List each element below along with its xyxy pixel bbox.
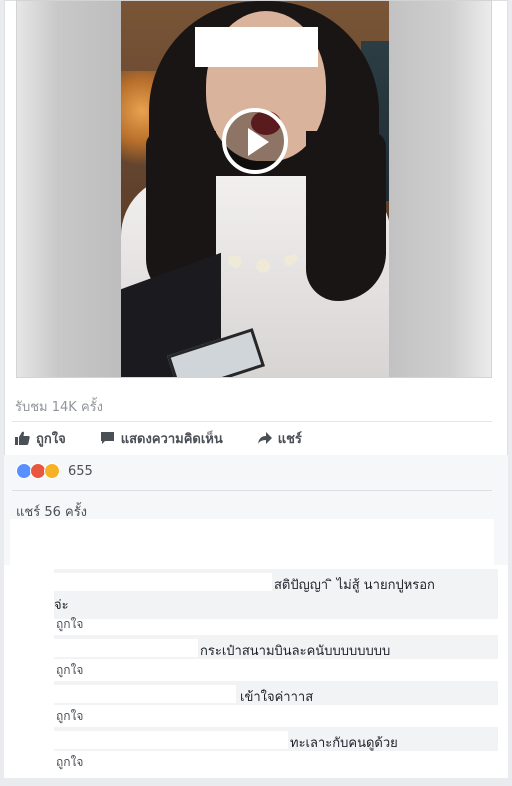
comment-like-link[interactable]: ถูกใจ — [56, 661, 83, 680]
thumbs-up-icon — [15, 431, 30, 445]
comment-text-continued: จ่ะ — [54, 598, 69, 613]
reaction-count[interactable]: 655 — [68, 464, 93, 479]
comment-text: ทะเลาะกับคนดูด้วย — [290, 736, 398, 751]
comment-like-link[interactable]: ถูกใจ — [56, 753, 83, 772]
comment-button[interactable]: แสดงความคิดเห็น — [100, 428, 223, 449]
comment-text: สติปัญญา ิ ไม่สู้ นายกปูหรอก — [274, 578, 435, 593]
redacted-name — [52, 731, 288, 749]
haha-reaction-icon — [44, 463, 60, 479]
view-count: รับชม 14K ครั้ง — [15, 400, 103, 415]
censor-bar — [195, 27, 318, 67]
like-button[interactable]: ถูกใจ — [15, 428, 66, 449]
play-button[interactable] — [222, 108, 288, 174]
redacted-name — [52, 573, 272, 591]
comment-text: เข้าใจค่าาาส — [240, 690, 314, 705]
comment-like-link[interactable]: ถูกใจ — [56, 615, 83, 634]
comment-composer[interactable] — [10, 519, 494, 565]
divider — [12, 490, 492, 491]
reaction-icons[interactable] — [16, 463, 60, 479]
reactions-panel: 655 แชร์ 56 ครั้ง — [4, 455, 508, 578]
play-icon — [248, 128, 269, 156]
redacted-avatars — [14, 565, 54, 775]
comment-list: สติปัญญา ิ ไม่สู้ นายกปูหรอก จ่ะ ถูกใจ ก… — [4, 565, 508, 778]
video-blur-left — [17, 1, 121, 377]
share-icon — [257, 432, 272, 444]
video-blur-right — [389, 1, 491, 377]
like-label: ถูกใจ — [36, 431, 66, 447]
video-frame — [121, 1, 391, 377]
share-button[interactable]: แชร์ — [257, 428, 302, 449]
comment-label: แสดงความคิดเห็น — [120, 431, 223, 447]
divider — [12, 421, 492, 422]
redacted-name — [52, 639, 198, 657]
comment-text: กระเป๋าสนามบินละคนับบบบบบบบ — [200, 644, 391, 659]
post-actions: ถูกใจ แสดงความคิดเห็น แชร์ — [15, 427, 336, 449]
share-label: แชร์ — [277, 431, 302, 447]
comment-icon — [100, 432, 114, 444]
comment-like-link[interactable]: ถูกใจ — [56, 707, 83, 726]
redacted-name — [52, 685, 236, 703]
video-player[interactable] — [16, 0, 492, 378]
